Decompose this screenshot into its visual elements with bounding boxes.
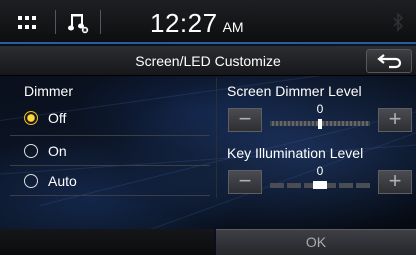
page-title: Screen/LED Customize [135,53,281,69]
dimmer-option-label: Off [48,110,67,126]
bluetooth-icon [393,12,404,32]
screen: 12:27 AM Screen/LED Customize Dimmer Off… [0,0,416,255]
back-arrow-icon [377,54,402,69]
dimmer-option-label: On [48,143,67,159]
separator [100,10,101,34]
status-bar: 12:27 AM [0,0,416,44]
dimmer-label: Dimmer [24,83,73,99]
clock-ampm: AM [222,19,244,35]
screen-dimmer-value: 0 [316,102,324,116]
screen-dimmer-minus-button[interactable]: − [228,108,262,132]
radio-selected-icon [24,111,38,125]
divider [10,165,210,166]
radio-unselected-icon [24,174,38,188]
divider [10,135,210,136]
key-illumination-level-bar [270,181,370,189]
dimmer-option-off[interactable]: Off [22,104,212,134]
screen-dimmer-level-label: Screen Dimmer Level [227,83,362,99]
key-illumination-value: 0 [316,164,324,178]
dimmer-option-label: Auto [48,173,77,189]
grid-menu-icon [18,16,36,29]
key-illumination-level-label: Key Illumination Level [227,145,364,161]
dimmer-option-on[interactable]: On [22,137,212,167]
footer-left [0,229,214,255]
title-bar: Screen/LED Customize [0,46,416,76]
key-illumination-plus-button[interactable]: + [378,170,412,194]
divider [10,195,210,196]
key-illumination-minus-button[interactable]: − [228,170,262,194]
clock-time: 12:27 [150,8,218,38]
back-button[interactable] [366,49,412,73]
menu-button[interactable] [8,8,48,38]
clock: 12:27 AM [150,8,244,38]
ok-button[interactable]: OK [216,229,416,255]
screen-dimmer-level-bar [270,119,370,129]
music-note-icon [68,14,89,34]
screen-dimmer-plus-button[interactable]: + [378,108,412,132]
panel-divider [216,78,217,198]
dimmer-option-auto[interactable]: Auto [22,167,212,197]
separator [55,10,56,34]
audio-source-button[interactable] [60,8,96,38]
radio-unselected-icon [24,144,38,158]
